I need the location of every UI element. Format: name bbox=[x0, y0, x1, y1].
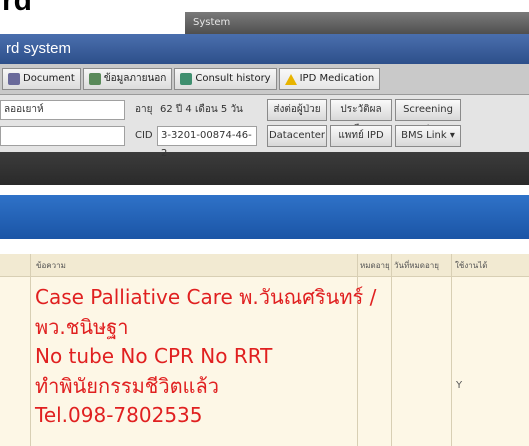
col-expire-header[interactable]: หมดอายุ bbox=[360, 259, 390, 272]
cid-label: CID bbox=[135, 130, 153, 141]
app-title: rd system bbox=[6, 40, 72, 57]
age-value: 62 ปี 4 เดือน 5 วัน bbox=[160, 104, 243, 115]
app-title-bar: rd system bbox=[0, 34, 529, 64]
tab-consult-history[interactable]: Consult history bbox=[174, 68, 277, 90]
grid-divider bbox=[391, 254, 392, 446]
tab-external-data[interactable]: ข้อมูลภายนอก bbox=[82, 68, 173, 90]
patient-extra-field[interactable] bbox=[0, 126, 125, 146]
message-line: Tel.098-7802535 bbox=[35, 403, 203, 427]
alert-message-cell[interactable]: Case Palliative Care พ.วันณศรินทร์ / พว.… bbox=[35, 283, 377, 431]
age-label: อายุ bbox=[135, 104, 153, 115]
tab-strip: Document ข้อมูลภายนอก Consult history IP… bbox=[0, 64, 529, 95]
message-line: พว.ชนิษฐา bbox=[35, 314, 129, 339]
patient-name-field[interactable]: ลออเยาห์ bbox=[0, 100, 125, 120]
warning-icon bbox=[284, 73, 297, 85]
tab-document[interactable]: Document bbox=[2, 68, 81, 90]
dropdown-arrow-icon: ▾ bbox=[449, 130, 455, 141]
window-titlebar: System bbox=[185, 12, 529, 34]
col-active-header[interactable]: ใช้งานได้ bbox=[455, 259, 487, 272]
window-corner-title: rd bbox=[2, 0, 32, 17]
active-value: Y bbox=[456, 380, 463, 391]
window-title: System bbox=[193, 17, 231, 28]
document-icon bbox=[8, 73, 20, 85]
app-window: rd system Document ข้อมูลภายนอก Consult … bbox=[0, 34, 529, 446]
blue-header-bar bbox=[0, 195, 529, 239]
grid-divider bbox=[451, 254, 452, 446]
alert-grid: ข้อความ หมดอายุ วันที่หมดอายุ ใช้งานได้ … bbox=[0, 254, 529, 446]
message-line: ทำพินัยกรรมชีวิตแล้ว bbox=[35, 373, 219, 398]
message-line: Case Palliative Care พ.วันณศรินทร์ / bbox=[35, 285, 377, 309]
tab-ipd-medication-label: IPD Medication bbox=[299, 73, 375, 84]
bms-link-label: BMS Link bbox=[401, 130, 447, 141]
col-message-header[interactable]: ข้อความ bbox=[36, 259, 66, 272]
dark-separator-bar bbox=[0, 152, 529, 185]
cid-field[interactable]: 3-3201-00874-46-2 bbox=[157, 126, 257, 159]
screening-print-button[interactable]: Screening print bbox=[395, 99, 461, 135]
lab-history-button[interactable]: ประวัติผลเลือด bbox=[330, 99, 392, 135]
tab-ipd-medication[interactable]: IPD Medication bbox=[278, 68, 381, 90]
tab-document-label: Document bbox=[23, 73, 75, 84]
grid-divider bbox=[30, 254, 31, 446]
patient-info-panel: ลออเยาห์ อายุ 62 ปี 4 เดือน 5 วัน CID 3-… bbox=[0, 95, 529, 159]
data-icon bbox=[88, 73, 101, 85]
message-line: No tube No CPR No RRT bbox=[35, 344, 273, 368]
consult-icon bbox=[180, 73, 193, 85]
refer-patient-button[interactable]: ส่งต่อผู้ป่วย bbox=[267, 99, 327, 121]
datacenter-button[interactable]: Datacenter bbox=[267, 125, 327, 147]
col-expire-date-header[interactable]: วันที่หมดอายุ bbox=[394, 259, 439, 272]
separator-gap bbox=[0, 185, 529, 195]
grid-divider bbox=[357, 254, 358, 446]
tab-consult-history-label: Consult history bbox=[195, 73, 271, 84]
grid-header: ข้อความ หมดอายุ วันที่หมดอายุ ใช้งานได้ bbox=[0, 254, 529, 277]
bms-link-button[interactable]: BMS Link ▾ bbox=[395, 125, 461, 147]
tab-external-data-label: ข้อมูลภายนอก bbox=[103, 73, 167, 84]
ipd-doctor-button[interactable]: แพทย์ IPD bbox=[330, 125, 392, 147]
